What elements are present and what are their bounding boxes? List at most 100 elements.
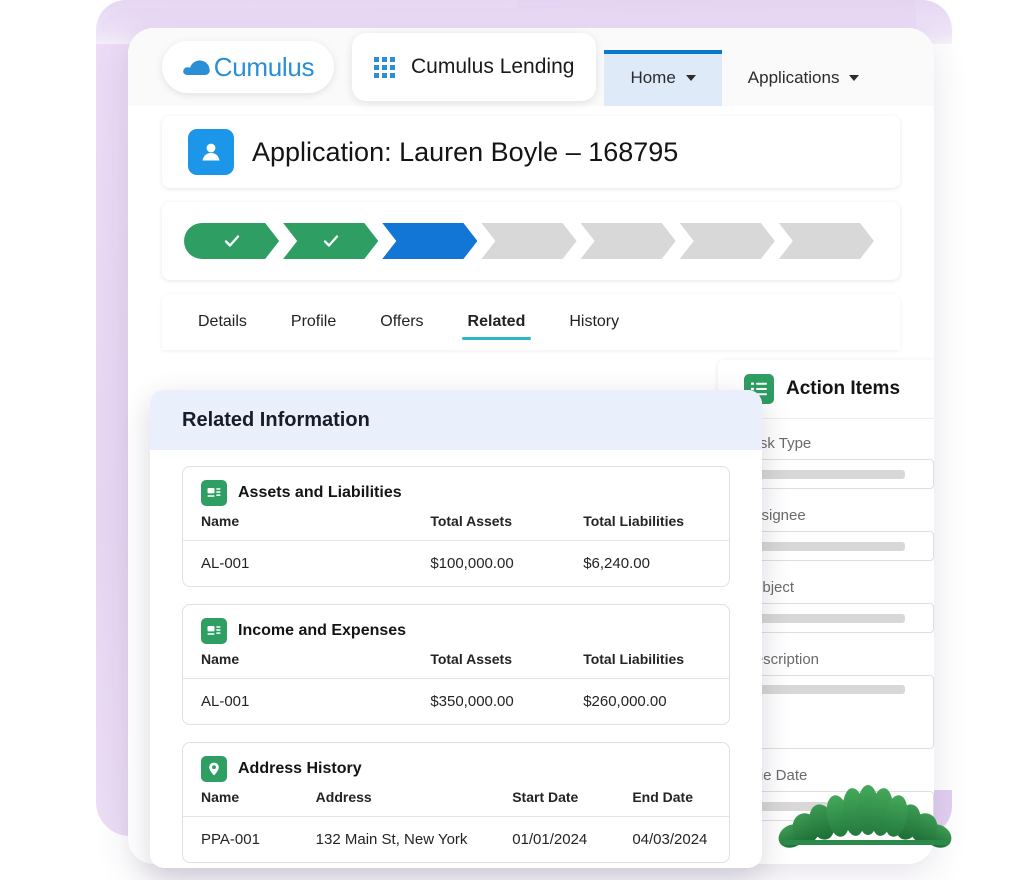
chevron-down-icon[interactable]	[685, 75, 696, 81]
person-icon	[188, 129, 234, 175]
tab-related-label: Related	[467, 313, 526, 330]
assignee-label: Assignee	[744, 507, 806, 524]
related-block-table: Name Total Assets Total Liabilities AL-0…	[183, 513, 729, 586]
loading-placeholder	[755, 613, 905, 623]
record-tab-list: Details Profile Offers Related History	[162, 294, 900, 350]
app-launcher-pill[interactable]: Cumulus Lending	[352, 33, 597, 101]
nav-tab-home-label: Home	[630, 68, 676, 87]
column-header: Total Liabilities	[583, 651, 685, 667]
loading-placeholder	[755, 685, 905, 694]
related-block-header[interactable]: Address History	[183, 743, 729, 789]
column-header: Start Date	[512, 789, 579, 805]
location-pin-icon	[201, 756, 227, 782]
tab-profile[interactable]: Profile	[269, 294, 358, 350]
related-block-income-expenses: Income and Expenses Name Total Assets To…	[182, 604, 730, 725]
table-row[interactable]: AL-001 $100,000.00 $6,240.00	[183, 540, 729, 586]
nav-tab-applications[interactable]: Applications	[722, 50, 886, 106]
plant-illustration	[778, 785, 952, 848]
column-header: Total Liabilities	[583, 513, 685, 529]
chevron-down-icon[interactable]	[849, 75, 860, 81]
cell-start-date: 01/01/2024	[494, 816, 615, 862]
app-name-label: Cumulus Lending	[411, 55, 575, 78]
task-type-label: Task Type	[744, 435, 812, 452]
path-step-7-upcoming[interactable]	[779, 223, 874, 259]
app-launcher-icon[interactable]	[374, 56, 395, 78]
related-block-table: Name Address Start Date End Date PPA-001…	[183, 789, 729, 862]
column-header: Name	[201, 513, 240, 529]
record-header: Application: Lauren Boyle – 168795	[162, 116, 900, 188]
cloud-icon	[182, 58, 212, 76]
record-list-icon	[201, 618, 227, 644]
column-header: Total Assets	[430, 651, 513, 667]
table-header-row: Name Address Start Date End Date	[183, 789, 729, 817]
cell-name: AL-001	[183, 678, 413, 724]
path-step-5-upcoming[interactable]	[581, 223, 676, 259]
cell-name: AL-001	[183, 540, 413, 586]
progress-path	[162, 202, 900, 280]
path-step-1-complete[interactable]	[184, 223, 279, 259]
related-block-address-history: Address History Name Address Start Date …	[182, 742, 730, 863]
tab-history[interactable]: History	[547, 294, 641, 350]
table-header-row: Name Total Assets Total Liabilities	[183, 513, 729, 541]
related-block-header[interactable]: Assets and Liabilities	[183, 467, 729, 513]
nav-tab-applications-label: Applications	[747, 68, 840, 87]
related-block-title: Address History	[238, 760, 362, 777]
related-block-title: Income and Expenses	[238, 622, 407, 639]
column-header: Name	[201, 651, 240, 667]
tab-related[interactable]: Related	[446, 294, 548, 350]
tab-offers-label: Offers	[380, 313, 424, 330]
check-icon	[322, 232, 340, 250]
check-icon	[223, 232, 241, 250]
nav-tab-list: Home Applications	[604, 28, 885, 106]
table-row[interactable]: PPA-001 132 Main St, New York 01/01/2024…	[183, 816, 729, 862]
cell-total-liabilities: $6,240.00	[565, 540, 729, 586]
nav-tab-home[interactable]: Home	[604, 50, 723, 106]
related-block-table: Name Total Assets Total Liabilities AL-0…	[183, 651, 729, 724]
related-block-header[interactable]: Income and Expenses	[183, 605, 729, 651]
cell-total-assets: $350,000.00	[412, 678, 566, 724]
global-navigation-bar: Cumulus Cumulus Lending Home Application…	[128, 28, 934, 106]
related-information-header: Related Information	[150, 390, 762, 450]
subject-label: Subject	[744, 579, 795, 596]
screenshot-stage: Cumulus Cumulus Lending Home Application…	[0, 0, 1024, 880]
loading-placeholder	[755, 469, 905, 479]
tab-history-label: History	[569, 313, 620, 330]
cell-name: PPA-001	[183, 816, 298, 862]
progress-path-steps	[184, 223, 878, 259]
column-header: Total Assets	[430, 513, 513, 529]
action-items-title: Action Items	[786, 378, 901, 399]
task-type-field[interactable]	[744, 459, 934, 489]
related-information-card: Related Information Assets and Liabiliti…	[150, 390, 762, 868]
description-field[interactable]	[744, 675, 934, 749]
subject-field[interactable]	[744, 603, 934, 633]
related-block-assets-liabilities: Assets and Liabilities Name Total Assets…	[182, 466, 730, 587]
column-header: End Date	[632, 789, 693, 805]
path-step-6-upcoming[interactable]	[680, 223, 775, 259]
record-list-icon	[201, 480, 227, 506]
brand-logo[interactable]: Cumulus	[162, 41, 334, 93]
loading-placeholder	[755, 541, 905, 551]
column-header: Name	[201, 789, 240, 805]
cell-address: 132 Main St, New York	[297, 816, 495, 862]
column-header: Address	[315, 789, 372, 805]
cell-total-assets: $100,000.00	[412, 540, 566, 586]
tab-details[interactable]: Details	[176, 294, 269, 350]
due-date-label: Due Date	[744, 767, 808, 784]
assignee-field[interactable]	[744, 531, 934, 561]
table-row[interactable]: AL-001 $350,000.00 $260,000.00	[183, 678, 729, 724]
path-step-3-current[interactable]	[382, 223, 477, 259]
cell-total-liabilities: $260,000.00	[565, 678, 729, 724]
brand-logo-text: Cumulus	[213, 51, 315, 82]
table-header-row: Name Total Assets Total Liabilities	[183, 651, 729, 679]
path-step-2-complete[interactable]	[283, 223, 378, 259]
description-label: Description	[744, 651, 820, 668]
page-title: Application: Lauren Boyle – 168795	[252, 136, 679, 167]
path-step-4-upcoming[interactable]	[481, 223, 576, 259]
related-block-title: Assets and Liabilities	[238, 484, 402, 501]
related-information-body: Assets and Liabilities Name Total Assets…	[150, 450, 762, 863]
tab-details-label: Details	[198, 313, 247, 330]
cell-end-date: 04/03/2024	[614, 816, 729, 862]
tab-profile-label: Profile	[290, 313, 337, 330]
tab-offers[interactable]: Offers	[358, 294, 445, 350]
related-information-title: Related Information	[182, 408, 370, 431]
